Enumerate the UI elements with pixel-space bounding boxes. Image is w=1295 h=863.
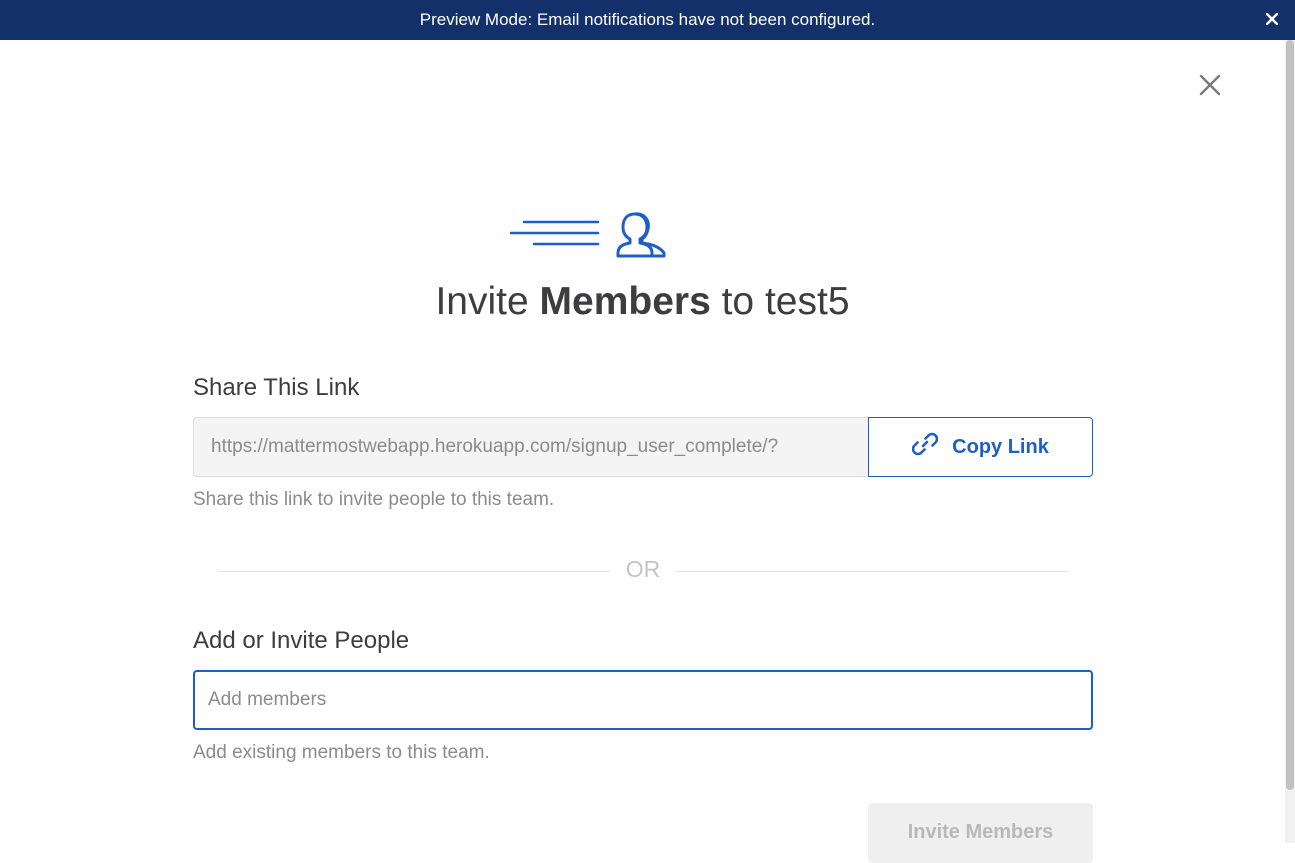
modal-close-icon[interactable] [1196, 71, 1224, 99]
divider-or-text: OR [625, 556, 661, 582]
banner-close-icon[interactable] [1263, 10, 1281, 28]
announcement-banner: Preview Mode: Email notifications have n… [0, 0, 1295, 40]
invite-members-button[interactable]: Invite Members [868, 803, 1093, 863]
add-members-input[interactable] [193, 670, 1093, 730]
banner-text: Preview Mode: Email notifications have n… [419, 10, 876, 29]
share-link-label: Share This Link [193, 374, 360, 401]
divider-right [676, 571, 1068, 572]
invite-members-label: Invite Members [907, 821, 1054, 843]
share-link-helper: Share this link to invite people to this… [193, 489, 555, 510]
invite-members-icon [508, 206, 672, 262]
divider-left [218, 571, 610, 572]
copy-link-button[interactable]: Copy Link [868, 417, 1093, 477]
title-bold: Members [539, 280, 711, 323]
title-prefix: Invite [435, 280, 540, 323]
title-suffix: to test5 [710, 280, 850, 323]
page-title: Invite Members to test5 [0, 280, 1285, 324]
link-icon [911, 431, 939, 463]
add-members-helper: Add existing members to this team. [193, 742, 490, 763]
scrollbar-thumb[interactable] [1286, 40, 1294, 790]
share-link-field[interactable]: https://mattermostwebapp.herokuapp.com/s… [193, 417, 869, 477]
add-invite-label: Add or Invite People [193, 627, 410, 654]
copy-link-label: Copy Link [952, 435, 1049, 458]
